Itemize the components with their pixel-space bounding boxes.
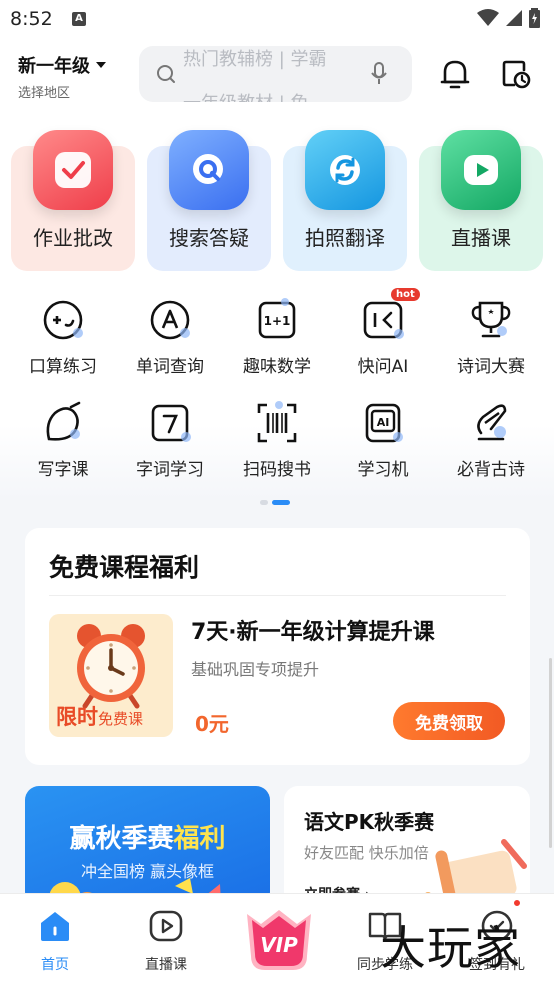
banner-title-b: 福利 [173,824,226,854]
course-description: 基础巩固专项提升 [191,660,320,679]
battery-icon [529,8,540,28]
course-price: 0元 [195,712,229,736]
divider [49,595,506,596]
claim-free-button[interactable]: 免费领取 [393,702,505,740]
grade-label: 新一年级 [18,56,90,77]
search-hints: 热门教辅榜 | 学霸 一年级教材 | 免 [183,46,327,102]
live-icon [116,908,216,944]
fun-math-icon: 1+1 [255,298,299,342]
tab-label: 首页 [41,957,69,973]
grid-fun-math[interactable]: 1+1 趣味数学 [227,298,327,377]
bell-icon[interactable] [440,58,470,90]
free-course-card: 免费课程福利 限时免费课 7天·新一年级计算提升课 基础巩固专项提升 0元 免费… [25,528,530,765]
banner-right-title: 语文PK秋季赛 [304,810,435,834]
course-thumbnail[interactable]: 限时免费课 [49,614,173,737]
grid-learning-device[interactable]: AI 学习机 [333,401,433,480]
alarm-clock-icon [77,624,145,709]
mental-math-icon [41,298,85,342]
app-notification-icon: A [72,12,86,26]
refresh-icon [305,130,385,210]
grade-selector[interactable]: 新一年级 选择地区 [18,52,106,101]
status-indicators [477,8,540,28]
card-live-class[interactable]: 直播课 [419,130,543,271]
card-search-answer[interactable]: 搜索答疑 [147,130,271,271]
course-name[interactable]: 7天·新一年级计算提升课 [191,614,435,646]
chinese-pk-banner[interactable]: 语文PK秋季赛 好友匹配 快乐加倍 立即参赛 › [284,786,530,906]
search-icon [157,65,175,83]
grid-scan-book[interactable]: 扫码搜书 [227,401,327,480]
grid-word-lookup[interactable]: 单词查询 [120,298,220,377]
card-label: 直播课 [451,226,511,250]
notification-dot [512,898,522,908]
tab-vip[interactable]: VIP [241,906,317,974]
tag-main: 限时 [56,705,98,729]
grid-label: 趣味数学 [243,357,311,377]
page-indicator [260,500,290,505]
barcode-icon [255,401,299,445]
grid-writing-class[interactable]: 写字课 [13,401,113,480]
learning-device-icon: AI [361,401,405,445]
quick-ai-icon: hot [361,288,420,342]
limited-time-tag: 限时免费课 [56,701,143,731]
tab-home[interactable]: 首页 [5,908,105,974]
banner-left-title: 赢秋季赛福利 [25,818,270,855]
grid-label: 字词学习 [136,460,204,480]
hot-badge: hot [391,288,420,301]
grid-label: 诗词大赛 [457,357,525,377]
search-hint-top: 热门教辅榜 | 学霸 [183,49,327,70]
vip-label: VIP [260,933,298,957]
card-homework-check[interactable]: 作业批改 [11,130,135,271]
grid-label: 写字课 [37,460,89,480]
region-selector[interactable]: 选择地区 [18,82,106,101]
svg-text:AI: AI [377,416,390,429]
card-label: 拍照翻译 [305,226,385,250]
svg-text:1+1: 1+1 [264,314,291,328]
vip-icon: VIP [247,910,311,970]
grid-label: 单词查询 [136,357,204,377]
grid-character-study[interactable]: 字词学习 [120,401,220,480]
watermark: 大玩家 [380,921,521,975]
check-icon [33,130,113,210]
play-icon [441,130,521,210]
card-label: 搜索答疑 [169,226,249,250]
scrollbar[interactable] [549,658,552,848]
microphone-icon[interactable] [370,62,388,86]
character-icon [148,401,192,445]
trophy-icon [469,298,513,342]
home-icon [5,908,105,944]
grid-label: 必背古诗 [457,460,525,480]
tab-label: 直播课 [145,957,187,973]
grid-label: 口算练习 [29,357,97,377]
page-dot [260,500,268,505]
card-label: 作业批改 [33,226,113,250]
tag-sub: 免费课 [98,710,144,728]
page-dot-active [272,500,290,505]
grid-label: 学习机 [357,460,409,480]
status-bar: 8:52 A [0,0,554,38]
search-hint-bottom: 一年级教材 | 免 [183,82,327,102]
poem-icon [469,401,513,445]
tab-live[interactable]: 直播课 [116,908,216,974]
status-time: 8:52 [10,8,53,30]
grid-mental-math[interactable]: 口算练习 [13,298,113,377]
word-lookup-icon [148,298,192,342]
search-bar[interactable]: 热门教辅榜 | 学霸 一年级教材 | 免 [139,46,412,102]
autumn-contest-banner[interactable]: 赢秋季赛福利 冲全国榜 赢头像框 [25,786,270,906]
free-course-title: 免费课程福利 [49,553,200,582]
grid-quick-ai[interactable]: hot 快问AI [333,288,433,377]
grid-label: 快问AI [357,357,409,377]
card-photo-translate[interactable]: 拍照翻译 [283,130,407,271]
banner-left-subtitle: 冲全国榜 赢头像框 [80,862,215,881]
history-icon[interactable] [500,58,532,90]
caret-down-icon [96,62,106,68]
grid-poetry-contest[interactable]: 诗词大赛 [441,298,541,377]
banner-right-subtitle: 好友匹配 快乐加倍 [304,844,429,862]
writing-icon [41,401,85,445]
wifi-icon [477,9,499,26]
grid-ancient-poems[interactable]: 必背古诗 [441,401,541,480]
signal-icon [506,10,522,26]
banner-title-a: 赢秋季赛 [69,824,174,854]
search-q-icon [169,130,249,210]
grid-label: 扫码搜书 [243,460,311,480]
